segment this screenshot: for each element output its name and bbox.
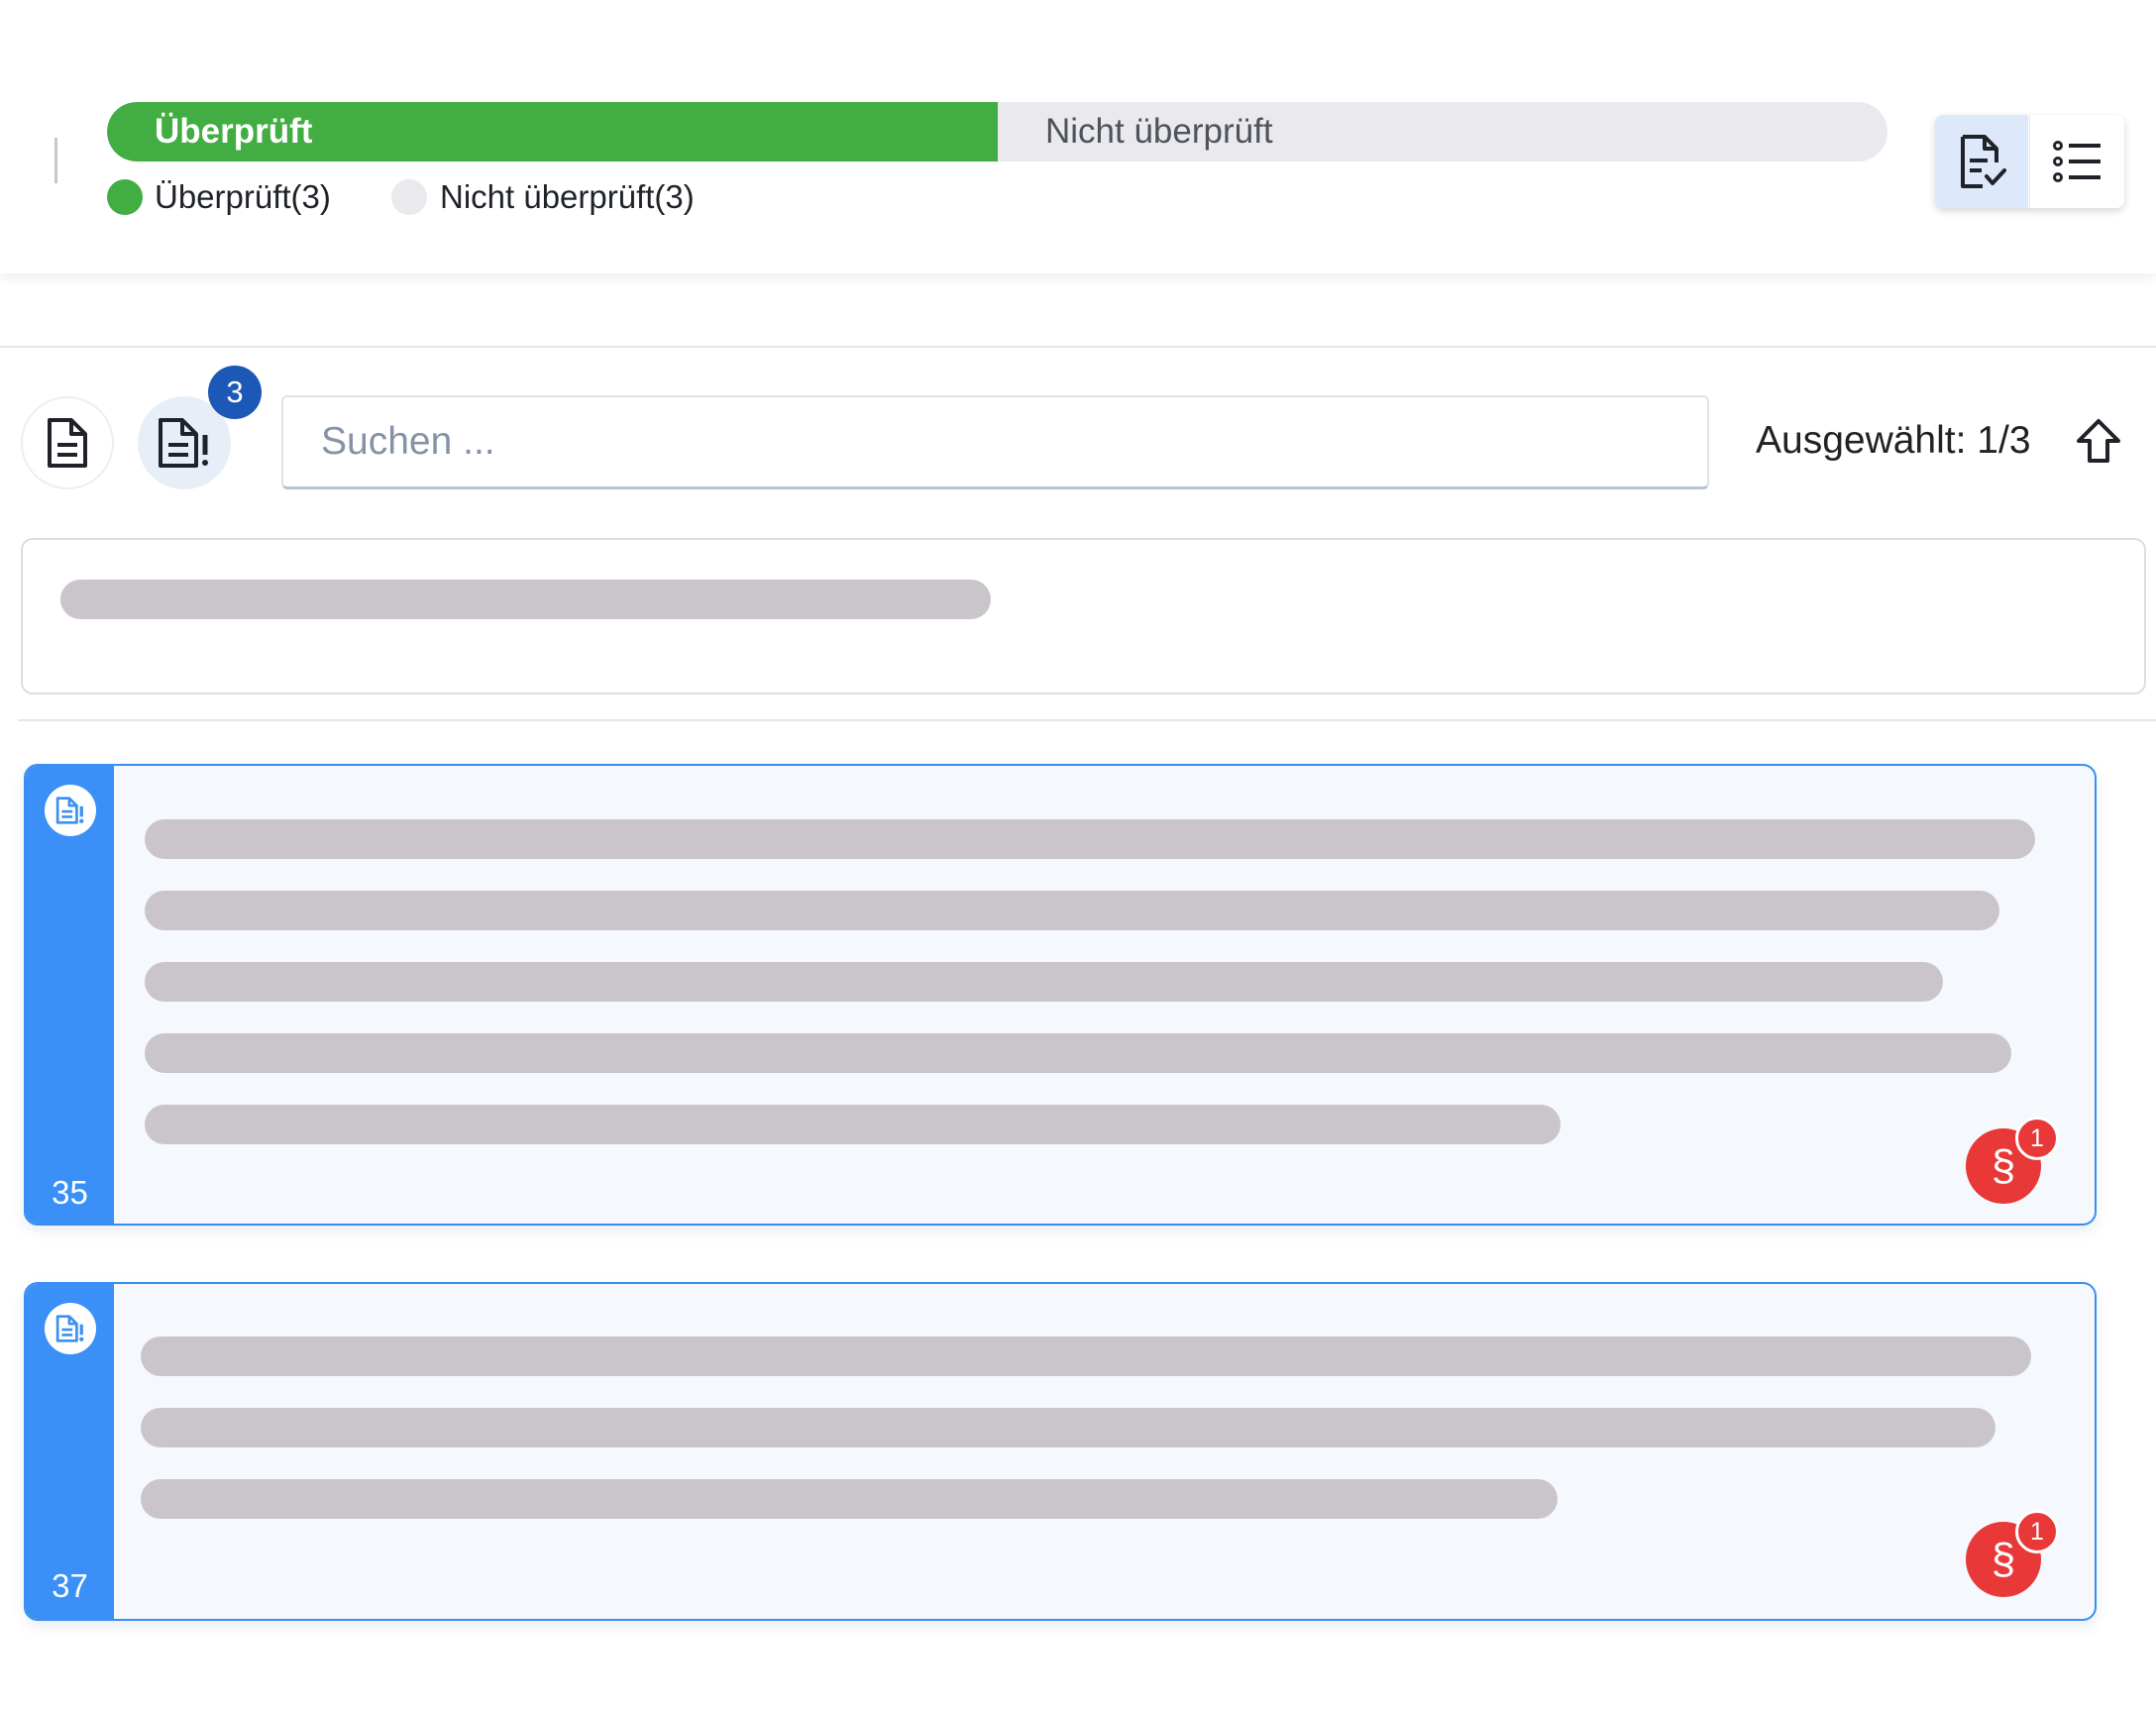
- skeleton-line: [60, 580, 991, 619]
- document-icon: [48, 418, 87, 468]
- search-input[interactable]: [281, 395, 1709, 489]
- law-issue-count-badge: 1: [2015, 1510, 2059, 1553]
- scroll-to-previous-button[interactable]: [2074, 416, 2123, 466]
- skeleton-line: [145, 1105, 1561, 1144]
- document-review-icon: [1961, 135, 2006, 188]
- list-icon: [2053, 141, 2101, 182]
- skeleton-line: [141, 1408, 1995, 1447]
- list-view-button[interactable]: [2029, 115, 2124, 208]
- section-divider: [0, 346, 2156, 348]
- review-progress-bar: Überprüft Nicht überprüft: [107, 102, 1887, 161]
- filter-all-paragraphs-button[interactable]: [21, 396, 114, 489]
- issues-count-badge: 3: [208, 366, 262, 419]
- legend-reviewed-dot: [107, 179, 143, 215]
- paragraph-sign-icon: §: [1991, 1141, 2016, 1190]
- list-divider: [18, 719, 2156, 721]
- document-alert-icon: [45, 1303, 96, 1354]
- legend-unreviewed-dot: [391, 179, 427, 215]
- skeleton-line: [145, 891, 1999, 930]
- summary-card[interactable]: [21, 538, 2146, 695]
- selection-status: Ausgewählt: 1/3: [1756, 419, 2031, 462]
- view-toggle: [1935, 115, 2124, 208]
- progress-reviewed-label: Überprüft: [155, 112, 313, 151]
- skeleton-line: [145, 962, 1943, 1002]
- header-divider: [54, 138, 57, 183]
- progress-unreviewed-label: Nicht überprüft: [1045, 112, 1273, 151]
- paragraph-card[interactable]: 35 § 1: [24, 764, 2097, 1226]
- paragraph-number: 35: [52, 1174, 88, 1211]
- law-issue-count-badge: 1: [2015, 1117, 2059, 1160]
- paragraph-rail: 37: [26, 1284, 114, 1619]
- document-alert-icon: [45, 785, 96, 836]
- document-alert-icon: [159, 418, 208, 468]
- paragraph-card[interactable]: 37 § 1: [24, 1282, 2097, 1621]
- paragraph-number: 37: [52, 1567, 88, 1604]
- legend-reviewed-label: Überprüft(3): [155, 178, 331, 215]
- legend-unreviewed-label: Nicht überprüft(3): [440, 178, 695, 215]
- skeleton-line: [141, 1479, 1558, 1519]
- arrow-up-icon: [2077, 419, 2120, 463]
- skeleton-line: [145, 1033, 2011, 1073]
- skeleton-line: [145, 819, 2035, 859]
- skeleton-line: [141, 1337, 2031, 1376]
- paragraph-rail: 35: [26, 766, 114, 1224]
- document-review-view-button[interactable]: [1935, 115, 2028, 208]
- paragraph-sign-icon: §: [1991, 1535, 2016, 1583]
- review-header: Überprüft Nicht überprüft Überprüft(3) N…: [0, 0, 2156, 273]
